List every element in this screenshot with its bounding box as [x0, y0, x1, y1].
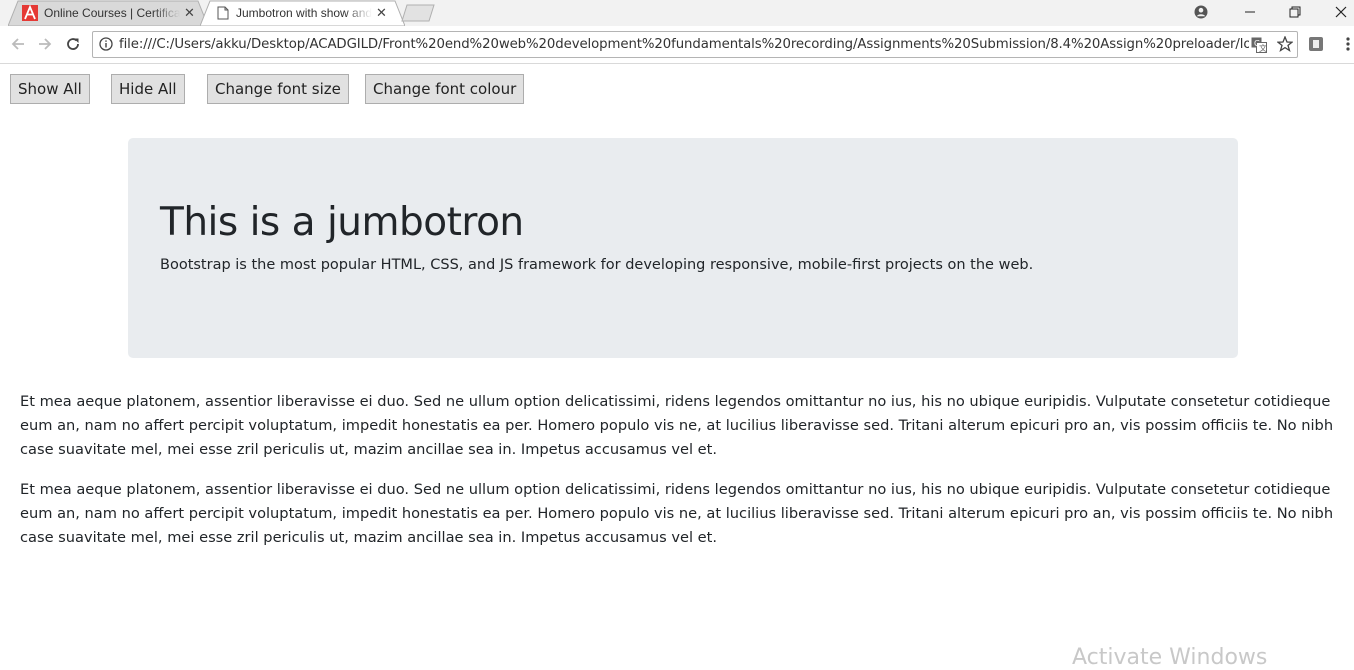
- close-icon[interactable]: ✕: [376, 5, 387, 21]
- address-url[interactable]: file:///C:/Users/akku/Desktop/ACADGILD/F…: [119, 37, 1249, 52]
- close-window-icon[interactable]: [1329, 2, 1353, 22]
- paragraph-2: Et mea aeque platonem, assentior liberav…: [20, 481, 1334, 546]
- jumbotron: This is a jumbotron Bootstrap is the mos…: [128, 138, 1238, 358]
- info-icon[interactable]: [99, 37, 113, 51]
- jumbotron-text: Bootstrap is the most popular HTML, CSS,…: [160, 257, 1034, 273]
- bookmark-star-icon[interactable]: [1276, 35, 1294, 52]
- profile-icon[interactable]: [1189, 2, 1213, 22]
- svg-text:文: 文: [1259, 43, 1267, 53]
- page-icon: [217, 6, 229, 20]
- tab-online-courses[interactable]: Online Courses | Certifica ✕: [8, 0, 208, 26]
- tab-strip: Online Courses | Certifica ✕ Jumbotron w…: [0, 0, 1354, 26]
- close-icon[interactable]: ✕: [184, 5, 195, 21]
- forward-icon[interactable]: [35, 34, 55, 54]
- translate-icon[interactable]: G文: [1251, 37, 1267, 53]
- paragraph-1: Et mea aeque platonem, assentior liberav…: [20, 393, 1334, 458]
- back-icon[interactable]: [8, 34, 28, 54]
- acadgild-logo-icon: [22, 4, 38, 21]
- reload-icon[interactable]: [63, 34, 83, 54]
- tab-title: Online Courses | Certifica: [44, 6, 180, 20]
- address-bar[interactable]: file:///C:/Users/akku/Desktop/ACADGILD/F…: [92, 31, 1298, 58]
- show-all-button[interactable]: Show All: [10, 74, 90, 104]
- extension-icon[interactable]: [1306, 34, 1326, 54]
- hide-all-button[interactable]: Hide All: [111, 74, 185, 104]
- restore-icon[interactable]: [1283, 2, 1307, 22]
- browser-toolbar: file:///C:/Users/akku/Desktop/ACADGILD/F…: [0, 26, 1354, 64]
- menu-icon[interactable]: [1338, 34, 1354, 54]
- jumbotron-heading: This is a jumbotron: [160, 200, 524, 245]
- new-tab-button[interactable]: [398, 4, 438, 22]
- tab-title: Jumbotron with show and: [236, 6, 372, 20]
- tab-jumbotron[interactable]: Jumbotron with show and ✕: [200, 0, 405, 26]
- change-font-size-button[interactable]: Change font size: [207, 74, 349, 104]
- minimize-icon[interactable]: [1238, 2, 1262, 22]
- change-font-colour-button[interactable]: Change font colour: [365, 74, 525, 104]
